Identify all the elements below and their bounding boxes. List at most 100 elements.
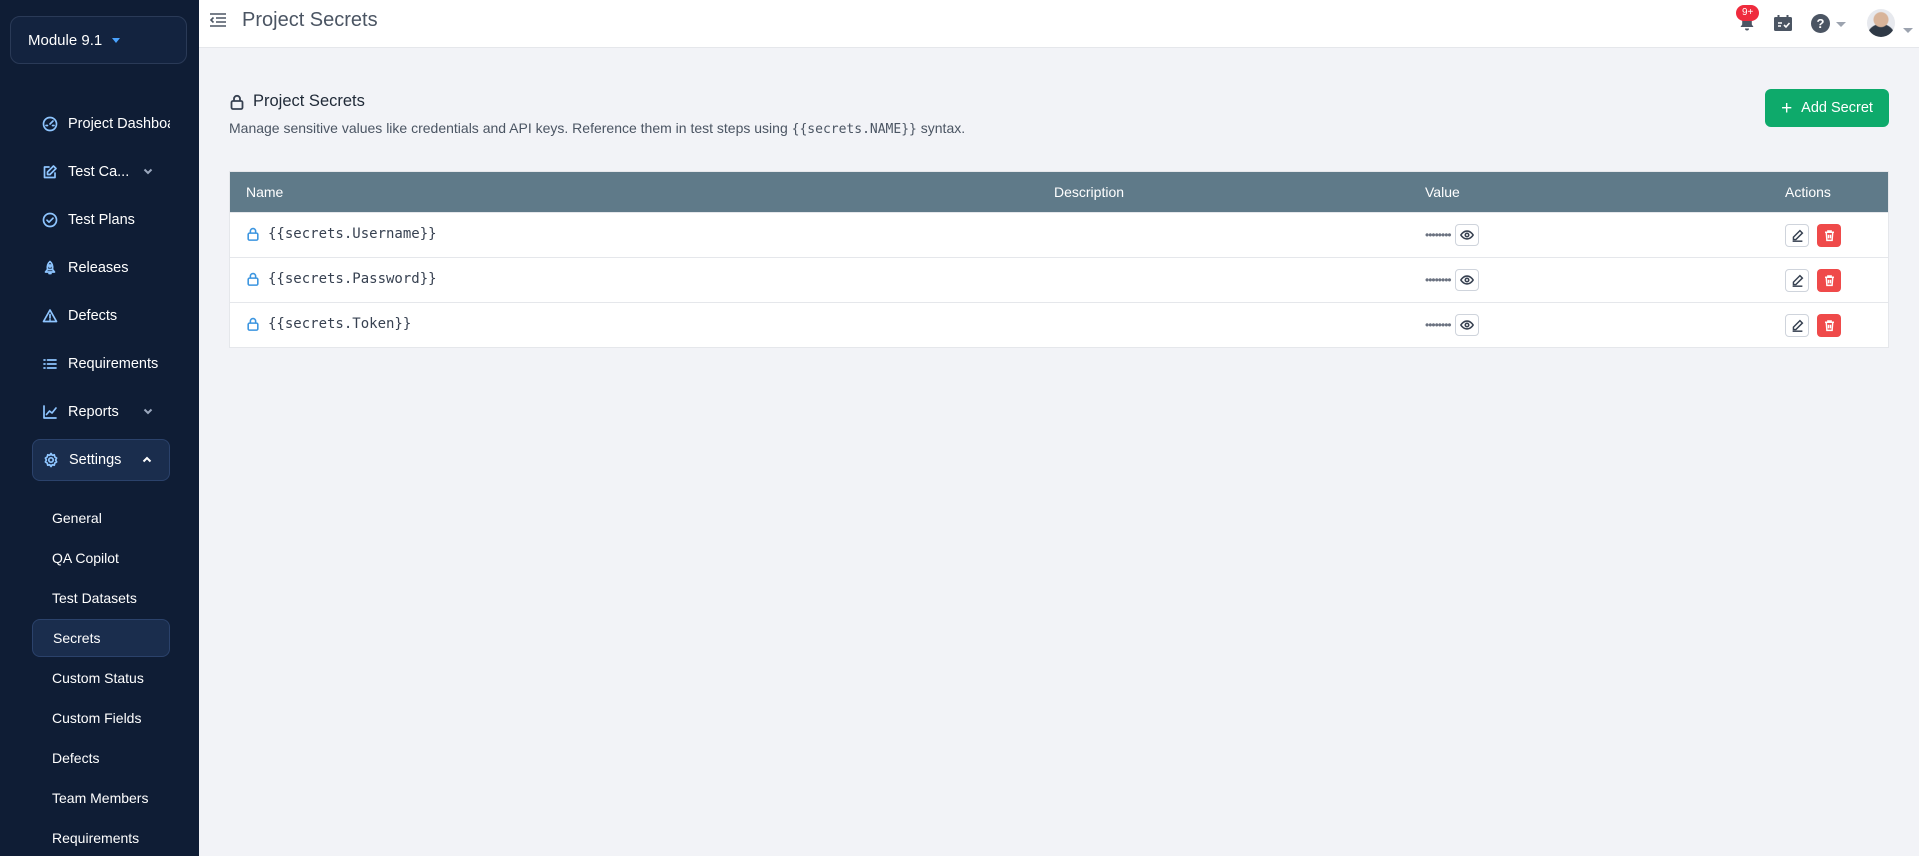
delete-secret-button[interactable] [1817,314,1841,337]
delete-secret-button[interactable] [1817,269,1841,292]
lock-icon [229,94,245,110]
secret-masked-value: •••••••• [1425,273,1452,287]
description-code: {{secrets.NAME}} [791,122,917,137]
sidebar-item-label: Reports [68,404,119,420]
submenu-item-team-members[interactable]: Team Members [32,779,170,817]
sidebar-item-test-plans[interactable]: Test Plans [32,199,170,241]
sidebar-item-test-cases[interactable]: Test Ca... [32,151,170,193]
pencil-icon [1792,319,1803,332]
sidebar-item-settings[interactable]: Settings [32,439,170,481]
chevron-up-icon [141,454,153,466]
secret-actions-cell [1785,269,1841,292]
sidebar-nav: Project Dashboa Test Ca... Test Plans Re… [32,103,170,487]
secret-name: {{secrets.Token}} [268,316,412,332]
add-secret-label: Add Secret [1801,100,1873,116]
secret-actions-cell [1785,224,1841,247]
section-description: Manage sensitive values like credentials… [229,120,965,137]
delete-secret-button[interactable] [1817,224,1841,247]
reveal-secret-button[interactable] [1454,314,1479,336]
page-title: Project Secrets [242,9,378,31]
lock-icon [246,227,260,241]
submenu-item-general[interactable]: General [32,499,170,537]
secret-name-cell: {{secrets.Username}} [246,226,437,242]
settings-submenu: General QA Copilot Test Datasets Secrets… [32,499,170,856]
sidebar-item-defects[interactable]: Defects [32,295,170,337]
gear-icon [43,452,59,468]
column-header-actions: Actions [1785,184,1831,200]
notification-badge: 9+ [1736,5,1760,21]
module-label: Module 9.1 [28,31,103,49]
topbar: Project Secrets 9+ ? [199,0,1919,48]
submenu-item-qa-copilot[interactable]: QA Copilot [32,539,170,577]
submenu-item-custom-fields[interactable]: Custom Fields [32,699,170,737]
caret-down-icon[interactable] [1903,28,1913,33]
submenu-item-custom-status[interactable]: Custom Status [32,659,170,697]
description-prefix: Manage sensitive values like credentials… [229,120,792,136]
table-row: {{secrets.Password}} •••••••• [230,257,1888,302]
warning-icon [42,308,58,324]
secret-value-cell: •••••••• [1425,314,1479,336]
help-menu[interactable]: ? [1811,14,1849,34]
eye-icon [1459,230,1474,240]
secret-value-cell: •••••••• [1425,224,1479,246]
secret-name-cell: {{secrets.Token}} [246,316,411,332]
lock-icon [246,272,260,286]
column-header-description: Description [1054,184,1125,200]
chevron-down-icon [142,165,154,177]
sidebar-item-label: Requirements [68,356,159,372]
secret-name: {{secrets.Username}} [268,226,437,242]
table-row: {{secrets.Username}} •••••••• [230,212,1888,257]
section-title: Project Secrets [253,92,365,110]
secret-value-cell: •••••••• [1425,269,1479,291]
reveal-secret-button[interactable] [1454,224,1479,246]
sidebar-item-label: Releases [68,260,129,276]
avatar[interactable] [1867,9,1895,37]
list-icon [42,356,58,372]
secret-actions-cell [1785,314,1841,337]
check-circle-icon [42,212,58,228]
sidebar-item-label: Project Dashboa [68,116,170,132]
table-header: Name Description Value Actions [230,172,1888,212]
sidebar-item-requirements[interactable]: Requirements [32,343,170,385]
sidebar: Module 9.1 Project Dashboa Test Ca... Te… [0,0,199,856]
table-row: {{secrets.Token}} •••••••• [230,302,1888,347]
rocket-icon [42,260,58,276]
trash-icon [1824,230,1834,242]
column-header-name: Name [246,184,284,200]
secret-name-cell: {{secrets.Password}} [246,271,437,287]
module-selector[interactable]: Module 9.1 [10,16,187,64]
sidebar-item-reports[interactable]: Reports [32,391,170,433]
pencil-icon [1792,229,1803,242]
trash-icon [1824,320,1834,332]
edit-secret-button[interactable] [1785,224,1809,247]
chevron-down-icon [142,405,154,417]
collapse-menu-icon[interactable] [209,12,227,28]
sidebar-item-label: Test Ca... [68,164,130,180]
sidebar-item-releases[interactable]: Releases [32,247,170,289]
submenu-item-secrets[interactable]: Secrets [32,619,170,657]
calendar-check-icon[interactable] [1773,14,1793,32]
edit-icon [42,164,58,180]
edit-secret-button[interactable] [1785,314,1809,337]
chart-icon [42,404,58,420]
column-header-value: Value [1425,184,1460,200]
caret-down-icon [112,37,121,43]
pencil-icon [1792,274,1803,287]
description-suffix: syntax. [916,120,966,136]
sidebar-item-label: Defects [68,308,118,324]
sidebar-item-label: Settings [69,452,122,468]
reveal-secret-button[interactable] [1454,269,1479,291]
submenu-item-test-datasets[interactable]: Test Datasets [32,579,170,617]
help-icon: ? [1811,14,1830,33]
add-secret-button[interactable]: + Add Secret [1765,89,1889,127]
submenu-item-requirements[interactable]: Requirements [32,819,170,856]
caret-down-icon [1836,22,1846,27]
edit-secret-button[interactable] [1785,269,1809,292]
sidebar-item-project-dashboard[interactable]: Project Dashboa [32,103,170,145]
secret-name: {{secrets.Password}} [268,271,437,287]
secret-masked-value: •••••••• [1425,318,1452,332]
plus-icon: + [1781,97,1793,119]
secret-masked-value: •••••••• [1425,228,1452,242]
lock-icon [246,317,260,331]
submenu-item-defects[interactable]: Defects [32,739,170,777]
